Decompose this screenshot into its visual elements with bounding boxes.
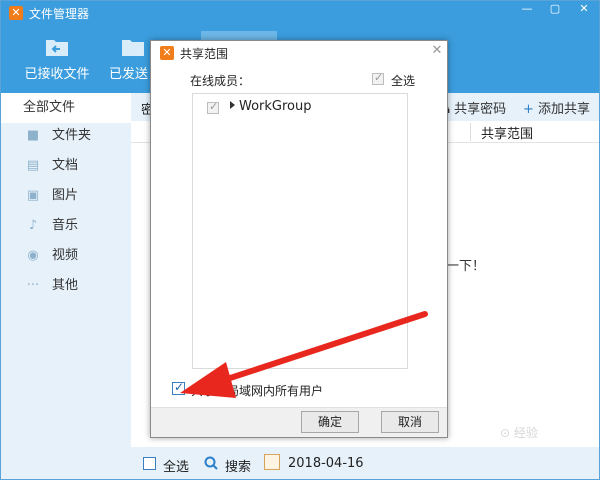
- sidebar-item-video[interactable]: ◉ 视频: [1, 241, 131, 271]
- maximize-icon[interactable]: ▢: [541, 1, 569, 19]
- sidebar-item-all-files[interactable]: 全部文件: [1, 93, 131, 123]
- share-all-lan-checkbox[interactable]: ✓: [172, 380, 185, 395]
- folder-send-icon: [122, 40, 144, 56]
- workgroup-checkbox[interactable]: ✓: [207, 100, 219, 114]
- sidebar-item-label: 文件夹: [52, 128, 92, 143]
- share-range-dialog: ✕ 共享范围 ✕ 在线成员： ✓ 全选 ✓ WorkGroup ✓ 共享给局域网…: [150, 40, 448, 438]
- sidebar-item-label: 视频: [52, 248, 79, 263]
- sidebar-item-label: 全部文件: [23, 100, 76, 115]
- sidebar-item-images[interactable]: ▣ 图片: [1, 181, 131, 211]
- check-icon: ✓: [374, 71, 384, 84]
- close-icon[interactable]: ✕: [569, 1, 599, 19]
- member-list: [192, 93, 408, 369]
- sidebar-item-documents[interactable]: ▤ 文档: [1, 151, 131, 181]
- dialog-title: 共享范围: [180, 47, 229, 61]
- dialog-select-all-label: 全选: [391, 74, 416, 88]
- column-divider: [470, 123, 471, 141]
- workgroup-label[interactable]: WorkGroup: [239, 99, 312, 114]
- dialog-select-all-checkbox[interactable]: ✓: [372, 71, 384, 85]
- folder-icon: ■: [26, 128, 40, 143]
- toolbar-received-files-label: 已接收文件: [24, 67, 90, 82]
- sidebar-item-folders[interactable]: ■ 文件夹: [1, 121, 131, 151]
- close-icon[interactable]: ✕: [430, 44, 444, 58]
- empty-message: 一下！: [446, 259, 486, 274]
- music-icon: ♪: [28, 218, 38, 233]
- sidebar-item-label: 图片: [52, 188, 79, 203]
- select-all-checkbox[interactable]: [143, 457, 156, 470]
- toolbar-received-files-button[interactable]: 已接收文件: [19, 31, 95, 89]
- add-share-label: 添加共享: [538, 102, 591, 117]
- date-display: 2018-04-16: [288, 456, 364, 471]
- sidebar: 全部文件 ■ 文件夹 ▤ 文档 ▣ 图片 ♪ 音乐 ◉ 视频 ··· 其他: [1, 93, 131, 479]
- share-all-lan-label[interactable]: 共享给局域网内所有用户: [191, 382, 323, 399]
- bottom-bar: [131, 447, 599, 479]
- watermark: ⊙ 经验: [500, 426, 538, 440]
- sidebar-item-label: 文档: [52, 158, 79, 173]
- add-share-button[interactable]: + 添加共享: [523, 98, 590, 117]
- calendar-icon[interactable]: [264, 454, 280, 470]
- video-icon: ◉: [27, 248, 39, 263]
- plus-icon: +: [523, 102, 534, 117]
- search-icon[interactable]: [204, 456, 218, 470]
- search-button[interactable]: 搜索: [225, 456, 251, 475]
- toolbar-sent-button[interactable]: 已发送: [109, 31, 149, 89]
- window-title: 文件管理器: [29, 7, 90, 21]
- document-icon: ▤: [26, 158, 40, 173]
- image-icon: ▣: [26, 188, 40, 203]
- app-logo-icon: ✕: [9, 6, 23, 20]
- more-icon: ···: [26, 278, 40, 293]
- app-logo-icon: ✕: [160, 46, 174, 60]
- share-password-button[interactable]: 🔒︎ 共享密码: [443, 98, 506, 117]
- check-icon: ✓: [174, 380, 185, 394]
- folder-receive-icon: [46, 40, 68, 56]
- sidebar-item-music[interactable]: ♪ 音乐: [1, 211, 131, 241]
- online-members-label: 在线成员：: [190, 74, 251, 88]
- sidebar-item-other[interactable]: ··· 其他: [1, 271, 131, 301]
- dialog-titlebar: ✕ 共享范围 ✕: [151, 41, 447, 63]
- select-all-label: 全选: [163, 460, 190, 475]
- minimize-icon[interactable]: —: [513, 1, 541, 19]
- share-password-label: 共享密码: [454, 102, 507, 117]
- ok-button[interactable]: 确定: [301, 411, 359, 433]
- check-icon: ✓: [209, 100, 219, 113]
- sidebar-item-label: 其他: [52, 278, 79, 293]
- toolbar-sent-label: 已发送: [109, 67, 149, 82]
- expand-arrow-icon[interactable]: [230, 101, 235, 109]
- cancel-button[interactable]: 取消: [381, 411, 439, 433]
- column-header-share-range[interactable]: 共享范围: [481, 123, 533, 142]
- sidebar-item-label: 音乐: [52, 218, 79, 233]
